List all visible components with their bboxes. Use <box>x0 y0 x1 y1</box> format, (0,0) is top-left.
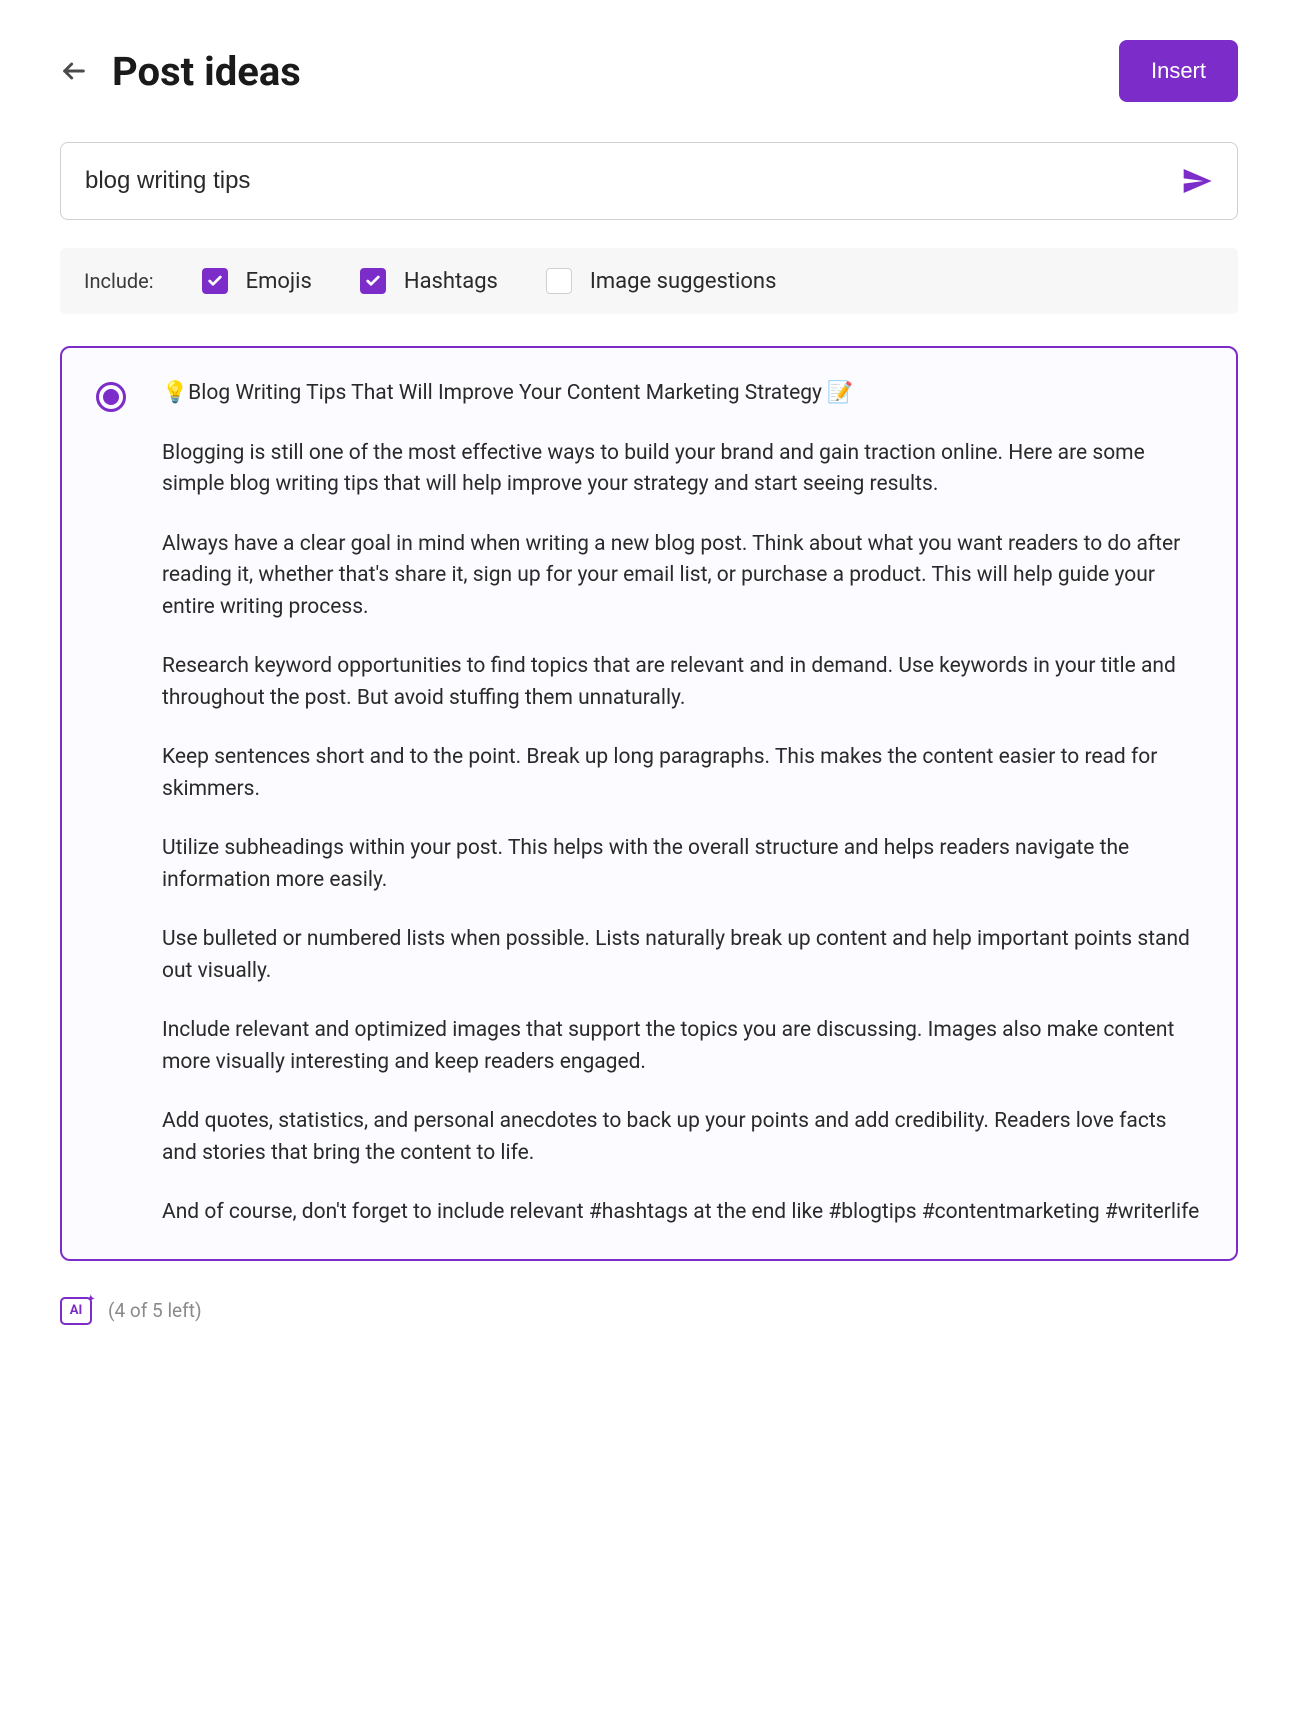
header: Post ideas Insert <box>60 40 1238 102</box>
result-paragraph: Research keyword opportunities to find t… <box>162 651 1202 714</box>
back-button[interactable] <box>60 57 88 85</box>
ai-badge-icon: AI ✦ <box>60 1297 92 1325</box>
ai-badge-label: AI <box>70 1303 83 1318</box>
checkbox-group-emojis: Emojis <box>202 268 312 294</box>
checkbox-label-hashtags: Hashtags <box>404 269 498 294</box>
include-options-bar: Include: Emojis Hashtags Image suggestio… <box>60 248 1238 314</box>
checkbox-hashtags[interactable] <box>360 268 386 294</box>
result-content: 💡Blog Writing Tips That Will Improve You… <box>162 378 1202 1229</box>
usage-count: (4 of 5 left) <box>108 1299 202 1322</box>
result-radio[interactable] <box>96 382 126 412</box>
checkbox-emojis[interactable] <box>202 268 228 294</box>
result-paragraph: Always have a clear goal in mind when wr… <box>162 529 1202 624</box>
result-paragraph: Use bulleted or numbered lists when poss… <box>162 924 1202 987</box>
sparkle-icon: ✦ <box>87 1294 95 1305</box>
footer: AI ✦ (4 of 5 left) <box>60 1289 1238 1325</box>
insert-button[interactable]: Insert <box>1119 40 1238 102</box>
result-paragraph: Blogging is still one of the most effect… <box>162 438 1202 501</box>
search-input[interactable] <box>85 167 1181 195</box>
page-title: Post ideas <box>112 48 301 95</box>
checkbox-label-emojis: Emojis <box>246 269 312 294</box>
radio-container <box>96 378 126 1229</box>
search-container <box>60 142 1238 220</box>
result-paragraph: Include relevant and optimized images th… <box>162 1015 1202 1078</box>
include-label: Include: <box>84 269 154 293</box>
checkbox-group-hashtags: Hashtags <box>360 268 498 294</box>
result-paragraph: Utilize subheadings within your post. Th… <box>162 833 1202 896</box>
result-paragraph: Add quotes, statistics, and personal ane… <box>162 1106 1202 1169</box>
checkbox-image-suggestions[interactable] <box>546 268 572 294</box>
result-title: 💡Blog Writing Tips That Will Improve You… <box>162 378 1202 410</box>
result-paragraph: Keep sentences short and to the point. B… <box>162 742 1202 805</box>
radio-inner <box>103 389 119 405</box>
result-paragraph: And of course, don't forget to include r… <box>162 1197 1202 1229</box>
result-card[interactable]: 💡Blog Writing Tips That Will Improve You… <box>60 346 1238 1261</box>
checkbox-group-image-suggestions: Image suggestions <box>546 268 777 294</box>
checkbox-label-image-suggestions: Image suggestions <box>590 269 777 294</box>
header-left: Post ideas <box>60 48 301 95</box>
send-icon[interactable] <box>1181 165 1213 197</box>
